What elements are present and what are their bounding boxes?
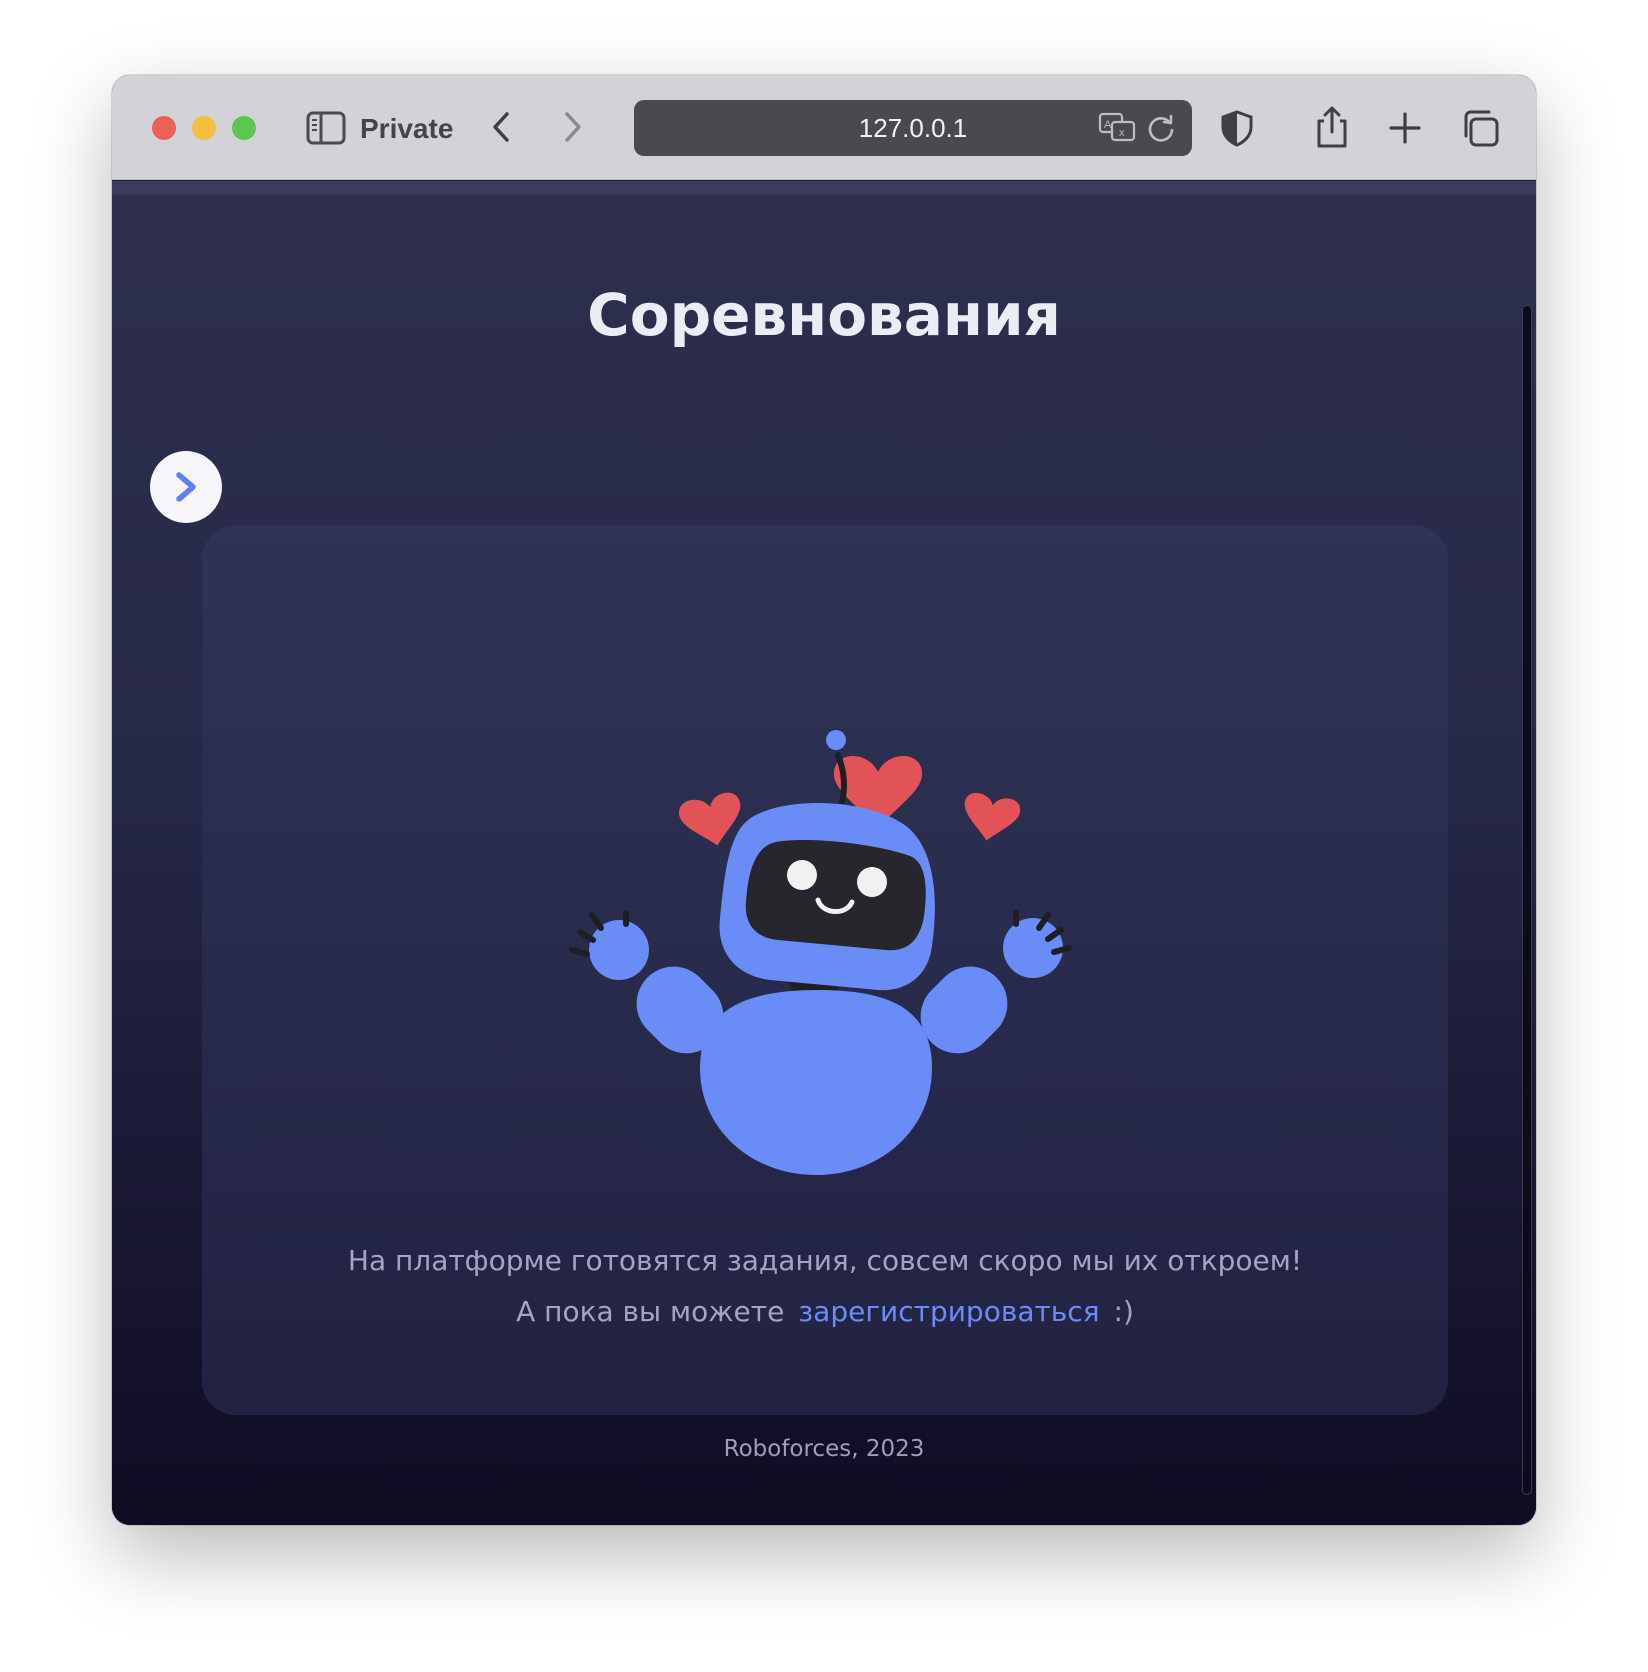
- register-link[interactable]: зарегистрироваться: [798, 1295, 1099, 1328]
- browser-toolbar: Private 127.0.0.1 A x: [112, 75, 1536, 180]
- shield-icon[interactable]: [1218, 109, 1256, 147]
- forward-icon[interactable]: [552, 107, 592, 147]
- robot-illustration: [569, 730, 1072, 1175]
- tab-overview-icon[interactable]: [1460, 108, 1500, 148]
- page-content: Соревнования На платформе готовятся зада…: [112, 181, 1536, 1525]
- open-sidebar-button[interactable]: [150, 451, 222, 523]
- zoom-window-button[interactable]: [232, 116, 256, 140]
- heart-icon-right: [964, 793, 1021, 841]
- browser-window: Private 127.0.0.1 A x Соревнования На пл…: [112, 75, 1536, 1525]
- coming-soon-card: На платформе готовятся задания, совсем с…: [202, 525, 1448, 1415]
- footer-text: Roboforces, 2023: [723, 1436, 925, 1462]
- message-prefix: А пока вы можете: [516, 1295, 785, 1328]
- message-suffix: :): [1113, 1295, 1134, 1328]
- sidebar-toggle-icon[interactable]: [306, 111, 346, 145]
- close-window-button[interactable]: [152, 116, 176, 140]
- coming-soon-message: На платформе готовятся задания, совсем с…: [202, 1235, 1448, 1337]
- back-icon[interactable]: [482, 107, 522, 147]
- minimize-window-button[interactable]: [192, 116, 216, 140]
- message-line-2: А пока вы можете зарегистрироваться:): [202, 1286, 1448, 1337]
- svg-text:x: x: [1119, 127, 1125, 139]
- chevron-right-icon: [176, 472, 196, 502]
- new-tab-icon[interactable]: [1386, 109, 1424, 147]
- message-line-1: На платформе готовятся задания, совсем с…: [347, 1244, 1303, 1277]
- reload-icon[interactable]: [1144, 111, 1178, 145]
- page-title: Соревнования: [587, 281, 1061, 349]
- scrollbar[interactable]: [1522, 305, 1532, 1495]
- private-label: Private: [360, 113, 454, 144]
- header-strip: [112, 181, 1536, 195]
- svg-text:A: A: [1104, 119, 1112, 131]
- translate-icon[interactable]: A x: [1098, 112, 1138, 144]
- share-icon[interactable]: [1312, 105, 1352, 149]
